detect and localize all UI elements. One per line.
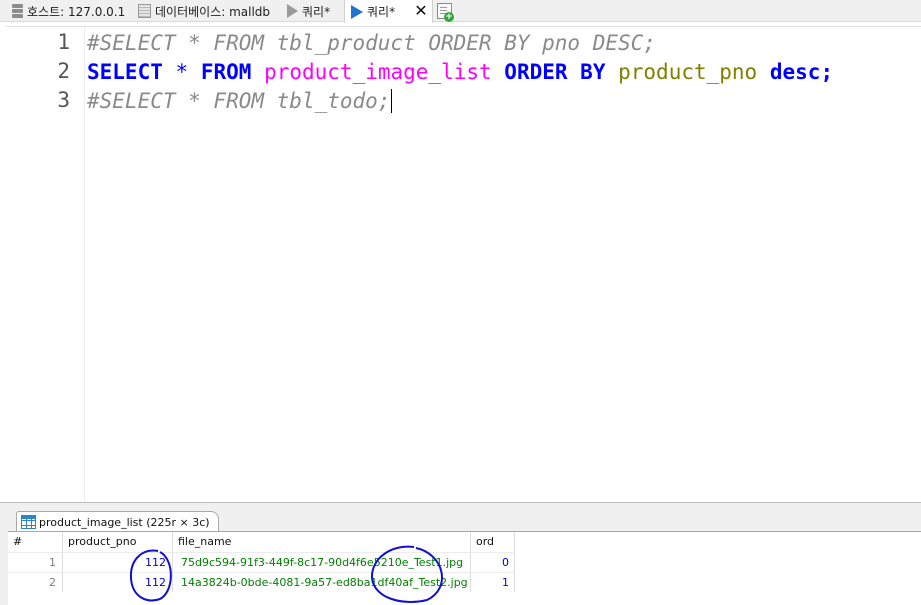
table-grid-icon (21, 515, 36, 529)
result-grid[interactable]: # product_pno file_name ord 1 112 75d9c5… (8, 531, 921, 605)
column-header-ord[interactable]: ord (471, 532, 515, 552)
column-header-file-name[interactable]: file_name (173, 532, 471, 552)
query-tab-2-label: 쿼리* (367, 5, 396, 19)
code-line-1[interactable]: #SELECT * FROM tbl_product ORDER BY pno … (87, 30, 656, 56)
database-tab[interactable]: 데이터베이스: malldb (132, 0, 270, 22)
database-icon (138, 4, 151, 18)
row-index-cell: 2 (8, 572, 63, 592)
query-play-icon (287, 4, 298, 18)
column-header-index[interactable]: # (8, 532, 63, 552)
sql-keyword-order: ORDER (504, 60, 568, 84)
text-caret (391, 89, 393, 113)
table-row[interactable]: 1 112 75d9c594-91f3-449f-8c17-90d4f6e521… (8, 552, 921, 572)
sql-keyword-from: FROM (200, 60, 252, 84)
sql-semicolon: ; (820, 60, 834, 84)
server-icon (12, 4, 23, 18)
query-tab-1-label: 쿼리* (302, 4, 331, 19)
sql-comment: #SELECT * FROM tbl_product ORDER BY pno … (87, 31, 656, 55)
close-tab-icon[interactable]: ✕ (413, 0, 429, 22)
product-pno-cell[interactable]: 112 (63, 572, 173, 592)
query-tab-1[interactable]: 쿼리* (283, 0, 330, 22)
column-header-product-pno[interactable]: product_pno (63, 532, 173, 552)
product-pno-cell[interactable]: 112 (63, 552, 173, 572)
ord-cell[interactable]: 0 (471, 552, 515, 572)
ord-cell[interactable]: 1 (471, 572, 515, 592)
file-name-cell[interactable]: 75d9c594-91f3-449f-8c17-90d4f6e5210e_Tes… (173, 552, 471, 572)
result-tab[interactable]: product_image_list (225r × 3c) (16, 511, 219, 532)
host-tab[interactable]: 호스트: 127.0.0.1 (0, 0, 125, 22)
sql-comment: #SELECT * FROM tbl_todo; (87, 89, 391, 113)
file-name-cell[interactable]: 14a3824b-0bde-4081-9a57-ed8ba1df40af_Tes… (173, 572, 471, 592)
sql-keyword-select: SELECT (87, 60, 163, 84)
code-line-2[interactable]: SELECT * FROM product_image_list ORDER B… (87, 59, 833, 85)
sql-table-name: product_image_list (264, 60, 492, 84)
result-tab-label: product_image_list (225r × 3c) (39, 515, 210, 529)
row-index-cell: 1 (8, 552, 63, 572)
database-tab-label: 데이터베이스: malldb (155, 4, 271, 19)
query-play-active-icon (351, 4, 363, 19)
sql-star: * (175, 60, 189, 84)
line-number: 2 (57, 59, 70, 83)
sql-keyword-by: BY (580, 60, 606, 84)
code-line-3[interactable]: #SELECT * FROM tbl_todo; (87, 88, 393, 114)
sql-column-name: product_pno (618, 60, 758, 84)
grid-header-row: # product_pno file_name ord (8, 532, 921, 552)
table-row[interactable]: 2 112 14a3824b-0bde-4081-9a57-ed8ba1df40… (8, 572, 921, 592)
line-number-gutter: 1 2 3 (6, 27, 85, 502)
column-header-label: product_pno (68, 535, 137, 548)
query-tab-bar: 호스트: 127.0.0.1 데이터베이스: malldb 쿼리* 쿼리* ✕ (0, 0, 921, 23)
host-tab-label: 호스트: 127.0.0.1 (27, 4, 126, 19)
result-panel: product_image_list (225r × 3c) # product… (0, 502, 921, 605)
line-number: 1 (57, 30, 70, 54)
sql-keyword-desc: desc (769, 60, 821, 84)
new-query-tab-icon[interactable] (437, 3, 454, 22)
sql-editor[interactable]: 1 2 3 #SELECT * FROM tbl_product ORDER B… (6, 26, 921, 502)
line-number: 3 (57, 88, 70, 112)
